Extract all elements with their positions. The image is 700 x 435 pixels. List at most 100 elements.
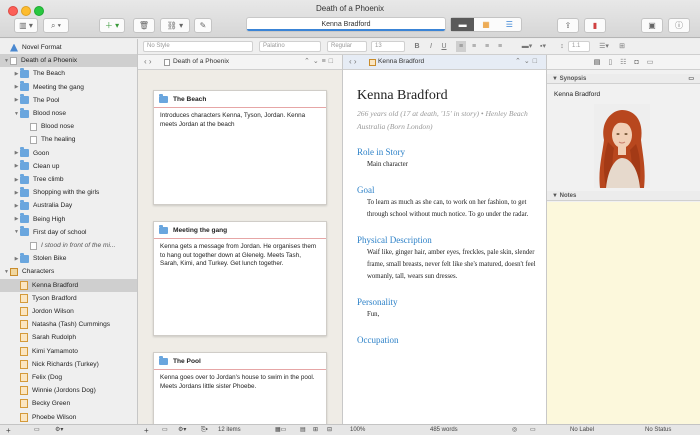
edit-button[interactable]: ✎ (194, 18, 212, 33)
binder-item[interactable]: ▶ Goon (0, 147, 137, 160)
binder-item[interactable]: I stood in front of the mi... (0, 239, 137, 252)
header-controls[interactable]: ⌃⌄□ (515, 55, 540, 69)
binder-item[interactable]: Kenna Bradford (0, 278, 137, 292)
comments-icon[interactable]: ▭ (530, 426, 536, 435)
italic-button[interactable]: I (426, 41, 436, 52)
binder-item[interactable]: Tyson Bradford (0, 292, 137, 305)
bookmarks-tab-icon[interactable]: ▯ (608, 58, 612, 66)
binder-item[interactable]: Sarah Rudolph (0, 331, 137, 344)
highlight-button[interactable]: ▪▾ (536, 41, 550, 52)
disclosure-closed-icon[interactable]: ▶ (13, 84, 20, 90)
binder-item[interactable]: ▶ The Beach (0, 67, 137, 80)
font-select[interactable]: Palatino (259, 41, 321, 52)
sort-icon[interactable]: ⎘▸ (201, 426, 208, 435)
binder-item[interactable]: Becky Green (0, 397, 137, 410)
synopsis-title[interactable]: Kenna Bradford (554, 91, 600, 98)
target-icon[interactable]: ◎ (512, 426, 517, 435)
ratio-icon[interactable]: ⊞ (313, 426, 318, 435)
header-controls[interactable]: ⌃⌄≡□ (304, 55, 336, 69)
justify-button[interactable]: ≡ (495, 41, 505, 52)
binder-item[interactable]: Natasha (Tash) Cummings (0, 318, 137, 331)
add-folder-icon[interactable]: ▭ (162, 426, 168, 435)
settings-gear-icon[interactable]: ⚙▾ (178, 426, 186, 435)
disclosure-open-icon[interactable]: ▼ (3, 269, 10, 275)
back-forward-nav[interactable]: ‹ › (349, 55, 357, 69)
freeform-icon[interactable]: ▤ (300, 426, 306, 435)
snapshots-tab-icon[interactable]: ◘ (634, 59, 638, 66)
add-document-button[interactable]: ＋ ▾ (99, 18, 125, 33)
corkboard-mode-icon[interactable]: ▦▭ (275, 426, 286, 435)
align-left-button[interactable]: ≡ (456, 41, 466, 52)
bold-button[interactable]: B (412, 41, 422, 52)
disclosure-open-icon[interactable]: ▼ (3, 58, 10, 64)
disclosure-closed-icon[interactable]: ▶ (13, 203, 20, 209)
zoom-slider-icon[interactable]: ⊟ (327, 426, 332, 435)
synopsis-section-header[interactable]: ▼ Synopsis ▭ (547, 74, 700, 84)
synopsis-image[interactable] (594, 104, 650, 188)
align-right-button[interactable]: ≡ (482, 41, 492, 52)
search-button[interactable]: ⌕ ▾ (43, 18, 69, 33)
list-button[interactable]: ☰▾ (598, 41, 610, 52)
outline-view-button[interactable]: ☰ (498, 18, 521, 31)
notes-section-header[interactable]: ▼ Notes (547, 191, 700, 201)
binder-item[interactable]: The healing (0, 133, 137, 146)
disclosure-closed-icon[interactable]: ▶ (13, 256, 20, 262)
index-card[interactable]: Meeting the gang Kenna gets a message fr… (153, 221, 327, 336)
binder-item[interactable]: ▼ Blood nose (0, 107, 137, 120)
text-color-button[interactable]: ▬▾ (520, 41, 534, 52)
index-card[interactable]: The Beach Introduces characters Kenna, T… (153, 90, 327, 205)
binder-item[interactable]: ▶ Stolen Bike (0, 252, 137, 265)
back-forward-nav[interactable]: ‹ › (144, 55, 152, 69)
notes-textarea[interactable] (547, 202, 700, 424)
binder-item[interactable]: ▼ Characters (0, 265, 137, 278)
binder-item[interactable]: Kimi Yamamoto (0, 345, 137, 358)
binder-item[interactable]: Nick Richards (Turkey) (0, 358, 137, 371)
disclosure-open-icon[interactable]: ▼ (13, 229, 20, 235)
binder-item[interactable]: ▼ Death of a Phoenix (0, 54, 137, 68)
binder-item[interactable]: ▶ Australia Day (0, 199, 137, 212)
binder-item[interactable]: ▼ First day of school (0, 226, 137, 239)
disclosure-closed-icon[interactable]: ▶ (13, 216, 20, 222)
zoom-select[interactable]: 100% (350, 426, 365, 435)
binder-item[interactable]: ▶ Meeting the gang (0, 81, 137, 94)
share-button[interactable]: ⇪ (557, 18, 579, 33)
align-center-button[interactable]: ≡ (469, 41, 479, 52)
style-select[interactable]: No Style (143, 41, 253, 52)
disclosure-open-icon[interactable]: ▼ (13, 111, 20, 117)
binder-toggle-button[interactable]: ▥ ▾ (14, 18, 38, 33)
add-item-button[interactable]: + (6, 426, 11, 435)
settings-gear-icon[interactable]: ⚙▾ (55, 426, 63, 435)
line-spacing-select[interactable]: 1.1 (568, 41, 590, 52)
status-select[interactable]: No Status (645, 426, 671, 435)
font-size-select[interactable]: 13 (371, 41, 405, 52)
disclosure-closed-icon[interactable]: ▶ (13, 97, 20, 103)
synopsis-mode-icon[interactable]: ▭ (688, 74, 694, 84)
underline-button[interactable]: U (439, 41, 449, 52)
current-document-field[interactable]: Kenna Bradford (246, 17, 446, 32)
disclosure-closed-icon[interactable]: ▶ (13, 163, 20, 169)
trash-button[interactable]: 🗑 (133, 18, 155, 33)
binder-item[interactable]: ▶ Shopping with the girls (0, 186, 137, 199)
corkboard-view-button[interactable]: ▦ (474, 18, 497, 31)
disclosure-closed-icon[interactable]: ▶ (13, 71, 20, 77)
binder-item[interactable]: Winnie (Jordons Dog) (0, 384, 137, 397)
binder-item[interactable]: ▶ The Pool (0, 94, 137, 107)
binder-item[interactable]: Jordon Wilson (0, 305, 137, 318)
disclosure-closed-icon[interactable]: ▶ (13, 177, 20, 183)
inspector-toggle-button[interactable]: ⓘ (668, 18, 690, 33)
notes-tab-icon[interactable]: ▤ (594, 58, 601, 66)
font-weight-select[interactable]: Regular (327, 41, 367, 52)
binder-item[interactable]: Blood nose (0, 120, 137, 133)
comments-tab-icon[interactable]: ▭ (647, 58, 654, 66)
document-view-button[interactable]: ▬ (451, 18, 475, 31)
disclosure-closed-icon[interactable]: ▶ (13, 190, 20, 196)
binder-item[interactable]: Felix (Dog (0, 371, 137, 384)
binder-item[interactable]: ▶ Being High (0, 213, 137, 226)
disclosure-closed-icon[interactable]: ▶ (13, 150, 20, 156)
index-card[interactable]: The Pool Kenna goes over to Jordan's hou… (153, 352, 327, 424)
metadata-tab-icon[interactable]: ☷ (620, 58, 626, 66)
link-button[interactable]: ⛓ ▾ (160, 18, 190, 33)
add-card-button[interactable]: + (144, 426, 149, 435)
label-select[interactable]: No Label (570, 426, 594, 435)
document-body[interactable]: Kenna Bradford 266 years old (17 at deat… (357, 88, 537, 345)
